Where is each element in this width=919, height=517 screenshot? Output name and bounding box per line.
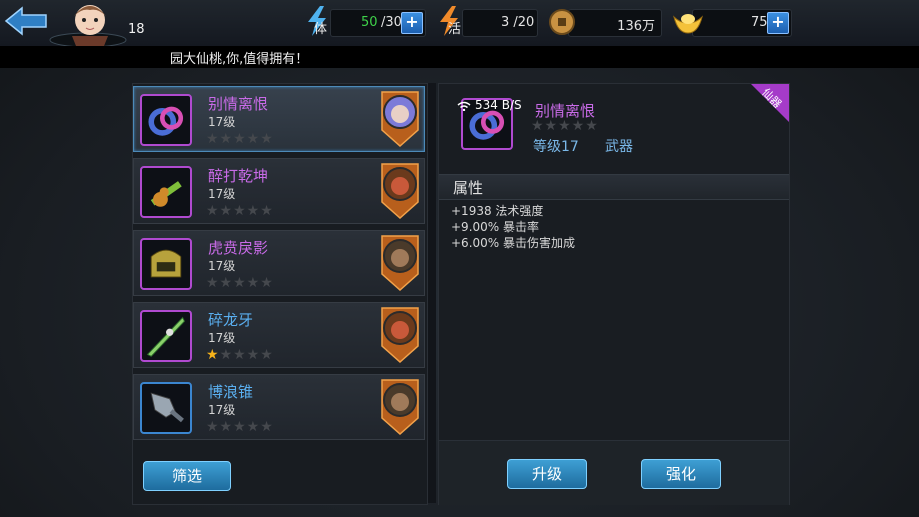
item-name: 虎贲戾影: [208, 239, 269, 257]
item-name: 醉打乾坤: [208, 167, 269, 185]
attributes-header: 属性: [439, 174, 789, 200]
item-level: 17级: [208, 331, 236, 345]
gourd-bamboo-icon: [140, 166, 192, 218]
vigor-box: 3 /20: [462, 9, 538, 37]
detail-star-rating: ★★★★★: [531, 118, 599, 134]
equipment-detail-panel: 534 B/S 别情离恨 ★★★★★ 等级17 武器 仙器 属性 +1938 法…: [438, 83, 790, 505]
enhance-button[interactable]: 强化: [641, 459, 721, 489]
star-rating: ★★★★★: [206, 347, 274, 363]
list-item[interactable]: 碎龙牙 17级 ★★★★★: [133, 302, 425, 368]
upgrade-button[interactable]: 升级: [507, 459, 587, 489]
ring-icon: [140, 94, 192, 146]
attribute-line: +1938 法术强度: [451, 204, 544, 218]
list-item[interactable]: 醉打乾坤 17级 ★★★★★: [133, 158, 425, 224]
star-rating: ★★★★★: [206, 275, 274, 291]
back-arrow-icon[interactable]: [4, 4, 48, 38]
item-name: 博浪锥: [208, 383, 254, 401]
equipment-list-panel: 别情离恨 17级 ★★★★★ 醉打乾坤 17级 ★★★★★ 虎贲戾影 17级 ★: [132, 83, 428, 505]
item-level: 17级: [208, 259, 236, 273]
star-rating: ★★★★★: [206, 203, 274, 219]
wifi-icon: [457, 101, 471, 111]
detail-item-level: 等级17: [533, 139, 579, 155]
mace-icon: [140, 382, 192, 434]
announcement-bar: 园大仙桃,你,值得拥有！: [0, 46, 919, 68]
stamina-label: 体: [314, 22, 328, 37]
rarity-corner-tag: 仙器: [745, 84, 789, 128]
list-item[interactable]: 博浪锥 17级 ★★★★★: [133, 374, 425, 440]
gold-ingot-icon: [673, 14, 703, 34]
ingots-value: 75: [751, 15, 768, 30]
vigor-value: 3 /20: [501, 15, 535, 30]
attributes-title: 属性: [453, 179, 484, 197]
player-avatar[interactable]: [48, 0, 128, 46]
star-rating: ★★★★★: [206, 419, 274, 435]
detail-item-type: 武器: [605, 139, 633, 155]
dragon-blade-icon: [140, 310, 192, 362]
hero-portrait-badge: [381, 163, 419, 220]
hero-portrait-badge: [381, 307, 419, 364]
vigor-label: 活: [448, 22, 462, 37]
stamina-max: /30: [381, 15, 402, 30]
add-stamina-button[interactable]: +: [401, 12, 423, 34]
stamina-box: 50 /30 +: [330, 9, 426, 37]
item-name: 别情离恨: [208, 95, 269, 113]
network-speed: 534 B/S: [457, 98, 522, 112]
action-bar: 升级 强化: [439, 440, 789, 505]
star-rating: ★★★★★: [206, 131, 274, 147]
filter-button[interactable]: 筛选: [143, 461, 231, 491]
list-item[interactable]: 别情离恨 17级 ★★★★★: [133, 86, 425, 152]
hero-portrait-badge: [381, 379, 419, 436]
ingots-box: 75 +: [692, 9, 792, 37]
attribute-line: +9.00% 暴击率: [451, 220, 539, 234]
top-bar: 18 体 50 /30 + 活 3 /20 136万 75 +: [0, 0, 919, 47]
panel-divider: [428, 83, 436, 503]
hero-portrait-badge: [381, 91, 419, 148]
item-name: 碎龙牙: [208, 311, 254, 329]
item-level: 17级: [208, 115, 236, 129]
tiger-helmet-icon: [140, 238, 192, 290]
coins-box: 136万: [568, 9, 662, 37]
stamina-current: 50: [361, 15, 378, 30]
add-ingots-button[interactable]: +: [767, 12, 789, 34]
hero-portrait-badge: [381, 235, 419, 292]
announcement-text: 园大仙桃,你,值得拥有！: [170, 52, 309, 67]
attribute-line: +6.00% 暴击伤害加成: [451, 236, 575, 250]
coins-value: 136万: [617, 19, 655, 34]
list-item[interactable]: 虎贲戾影 17级 ★★★★★: [133, 230, 425, 296]
coin-icon: [549, 9, 575, 35]
player-level: 18: [128, 22, 145, 37]
item-level: 17级: [208, 403, 236, 417]
item-level: 17级: [208, 187, 236, 201]
network-speed-value: 534 B/S: [475, 98, 522, 112]
